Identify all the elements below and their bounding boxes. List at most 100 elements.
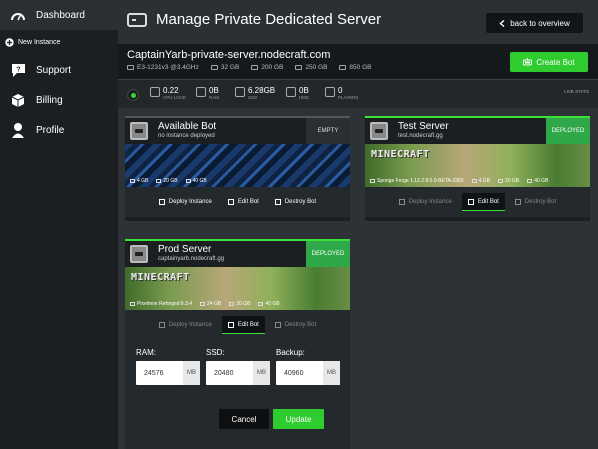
hdd-stat: 0B HDD <box>286 86 309 101</box>
arrow-left-icon <box>499 19 505 27</box>
deploy-instance-button[interactable]: Deploy Instance <box>153 193 218 211</box>
page-title: Manage Private Dedicated Server <box>156 11 382 28</box>
sidebar-item-support[interactable]: ? Support <box>0 57 118 83</box>
edit-icon <box>467 198 474 205</box>
sidebar-item-dashboard[interactable]: Dashboard <box>0 0 118 30</box>
box-icon <box>9 91 27 109</box>
bot-actions: Deploy Instance Edit Bot Destroy Bot <box>365 187 590 217</box>
status-badge: DEPLOYED <box>306 241 350 267</box>
hdd-icon <box>185 179 191 183</box>
ram-stat: 0B RAM <box>196 86 219 101</box>
destroy-bot-button[interactable]: Destroy Bot <box>509 193 562 211</box>
players-icon <box>325 87 335 97</box>
sidebar: Dashboard New Instance ? Support Billing… <box>0 0 118 449</box>
ssd-spec: 200 GB <box>251 64 283 71</box>
person-icon <box>9 121 27 139</box>
bot-resources: Sponge Forge 1.12.2 8.0.0-BETA-3362 4 GB… <box>370 178 548 184</box>
speedometer-icon <box>9 6 27 24</box>
live-stats-bar: 0.22 CPU LOAD 0B RAM 6.28GB SSD 0B HDD 0 PLAY… <box>118 79 598 108</box>
sidebar-item-label: Billing <box>36 94 63 106</box>
destroy-bot-button[interactable]: Destroy Bot <box>269 316 322 334</box>
cpu-icon <box>127 65 134 70</box>
hdd-icon <box>527 179 533 183</box>
create-bot-label: Create Bot <box>536 57 575 67</box>
robot-icon <box>523 58 533 66</box>
game-icon <box>130 302 135 306</box>
edit-icon <box>227 321 234 328</box>
sidebar-item-label: New Instance <box>18 38 61 46</box>
ssd-unit: MB <box>253 361 270 385</box>
bot-card-header: Prod Server captainyarb.nodecraft.gg DEP… <box>125 241 350 267</box>
sidebar-item-billing[interactable]: Billing <box>0 87 118 113</box>
status-badge: DEPLOYED <box>546 118 590 144</box>
speech-bubble-icon: ? <box>9 61 27 79</box>
sidebar-item-profile[interactable]: Profile <box>0 117 118 143</box>
players-stat: 0 PLAYERS <box>325 86 358 101</box>
bot-name: Available Bot <box>158 121 217 132</box>
cancel-button[interactable]: Cancel <box>219 409 269 429</box>
ram-unit: MB <box>183 361 200 385</box>
edit-bot-button[interactable]: Edit Bot <box>221 316 265 334</box>
bot-card-header: Test Server test.nodecraft.gg DEPLOYED <box>365 118 590 144</box>
server-icon <box>127 13 147 27</box>
cpu-icon <box>150 87 160 97</box>
deploy-icon <box>158 322 165 328</box>
cpu-load-stat: 0.22 CPU LOAD <box>150 86 186 101</box>
deploy-instance-button[interactable]: Deploy Instance <box>153 316 218 334</box>
bot-card-available: Available Bot no instance deployed EMPTY… <box>125 116 350 221</box>
sidebar-item-label: Dashboard <box>36 9 85 21</box>
bandwidth-icon <box>339 65 347 70</box>
ram-field-label: RAM: <box>136 348 156 357</box>
trash-icon <box>514 199 521 205</box>
bot-banner: 4 GB 20 GB 40 GB <box>125 144 350 187</box>
bot-actions: Deploy Instance Edit Bot Destroy Bot <box>125 187 350 217</box>
ram-icon <box>200 302 206 306</box>
backup-field: MB <box>276 361 340 385</box>
status-badge: EMPTY <box>306 118 350 144</box>
bot-card-test-server: Test Server test.nodecraft.gg DEPLOYED M… <box>365 116 590 221</box>
ssd-icon <box>498 179 504 183</box>
status-indicator-icon <box>127 89 139 101</box>
ssd-input[interactable] <box>206 361 252 385</box>
bot-address: captainyarb.nodecraft.gg <box>158 256 225 262</box>
backup-unit: MB <box>323 361 340 385</box>
bot-name: Test Server <box>398 121 449 132</box>
server-header: CaptainYarb-private-server.nodecraft.com… <box>118 44 598 79</box>
trash-icon <box>274 322 281 328</box>
edit-bot-button[interactable]: Edit Bot <box>461 193 505 211</box>
bot-resources: Pixelmon Reforged 6.3.4 24 GB 20 GB 40 G… <box>130 301 280 307</box>
game-icon <box>370 179 375 183</box>
deploy-instance-button[interactable]: Deploy Instance <box>393 193 458 211</box>
sidebar-item-label: Support <box>36 64 72 76</box>
create-bot-button[interactable]: Create Bot <box>510 52 588 72</box>
ssd-icon <box>229 302 235 306</box>
bot-actions: Deploy Instance Edit Bot Destroy Bot <box>125 310 350 340</box>
back-label: back to overview <box>510 18 570 28</box>
hdd-icon <box>258 302 264 306</box>
bot-address: test.nodecraft.gg <box>398 133 443 139</box>
bot-avatar <box>130 245 148 263</box>
bot-resources: 4 GB 20 GB 40 GB <box>130 178 207 184</box>
update-button[interactable]: Update <box>273 409 324 429</box>
bot-address: no instance deployed <box>158 133 215 139</box>
back-to-overview-button[interactable]: back to overview <box>486 13 583 33</box>
ssd-field-label: SSD: <box>206 348 225 357</box>
ram-input[interactable] <box>136 361 182 385</box>
ssd-icon <box>235 87 245 97</box>
server-name: CaptainYarb-private-server.nodecraft.com <box>127 49 331 61</box>
page-header: Manage Private Dedicated Server back to … <box>118 0 598 44</box>
plus-circle-icon <box>4 37 14 47</box>
destroy-bot-button[interactable]: Destroy Bot <box>269 193 322 211</box>
trash-icon <box>274 199 281 205</box>
backup-field-label: Backup: <box>276 348 305 357</box>
ssd-icon <box>156 179 162 183</box>
bot-avatar <box>370 122 388 140</box>
edit-bot-form: RAM: MB SSD: MB Backup: MB Cancel Update <box>125 340 350 449</box>
ssd-field: MB <box>206 361 270 385</box>
bandwidth-spec: 850 GB <box>339 64 371 71</box>
ssd-icon <box>251 65 259 70</box>
edit-bot-button[interactable]: Edit Bot <box>222 193 265 211</box>
live-stats-label: LIVE STATS <box>564 89 589 94</box>
sidebar-item-new-instance[interactable]: New Instance <box>0 33 118 51</box>
backup-input[interactable] <box>276 361 322 385</box>
